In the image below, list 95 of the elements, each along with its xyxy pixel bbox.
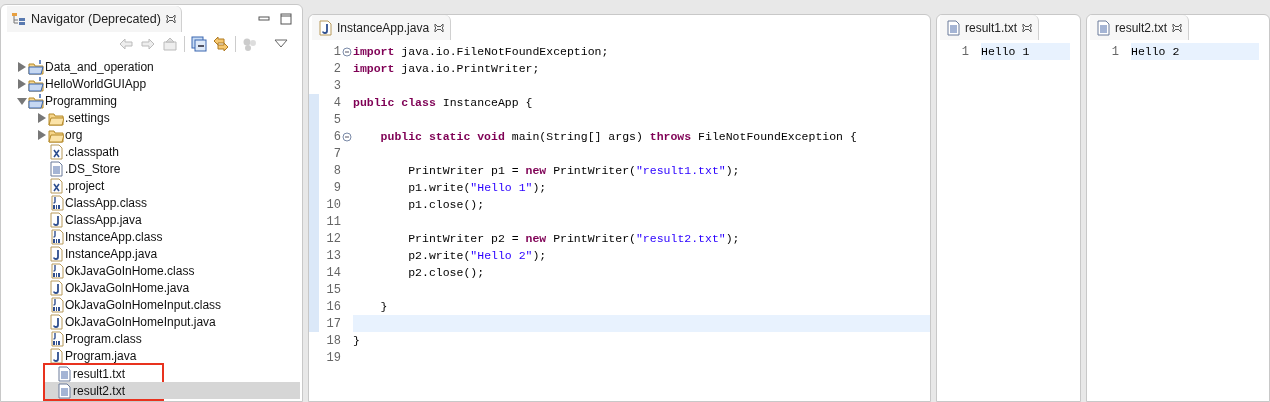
collapsed-triangle-icon[interactable] <box>17 78 27 89</box>
tree-item[interactable]: Programming <box>1 92 302 109</box>
code-line: public class InstanceApp { <box>353 94 534 111</box>
editor-tab[interactable]: InstanceApp.java <box>312 15 452 40</box>
tree-item[interactable]: Program.java <box>1 347 302 364</box>
line-number: 5 <box>332 111 341 129</box>
line-number: 4 <box>332 94 341 112</box>
line-number: 7 <box>332 145 341 163</box>
maximize-icon[interactable] <box>280 13 292 25</box>
code-line: import java.io.FileNotFoundException; <box>353 43 610 60</box>
code-line: } <box>353 332 361 349</box>
project-folder-icon <box>28 92 44 109</box>
code-line: p1.write("Hello 1"); <box>407 179 548 196</box>
expanded-triangle-icon[interactable] <box>17 95 27 106</box>
tree-item[interactable]: .project <box>1 177 302 194</box>
tree-item[interactable]: result2.txt <box>45 382 300 399</box>
java-file-icon <box>48 245 64 262</box>
collapsed-triangle-icon[interactable] <box>37 112 47 123</box>
xml-file-icon <box>48 143 64 160</box>
tree-item[interactable]: Data_and_operation <box>1 58 302 75</box>
line-number: 15 <box>325 281 341 299</box>
tree-item[interactable]: .classpath <box>1 143 302 160</box>
tree-item[interactable]: Program.class <box>1 330 302 347</box>
java-file-icon <box>317 19 333 36</box>
code-line: import java.io.PrintWriter; <box>353 60 541 77</box>
xml-file-icon <box>48 177 64 194</box>
code-line: PrintWriter p2 = new PrintWriter("result2.txt"); <box>407 230 741 247</box>
class-file-icon <box>48 296 64 313</box>
close-icon[interactable] <box>164 13 177 25</box>
fold-minus-icon[interactable] <box>342 46 352 57</box>
line-number: 12 <box>325 230 341 248</box>
close-icon[interactable] <box>1021 21 1034 34</box>
dots-icon[interactable] <box>242 36 258 52</box>
java-file-icon <box>48 347 64 364</box>
tree-item[interactable]: HelloWorldGUIApp <box>1 75 302 92</box>
line-number: 1 <box>1110 43 1119 61</box>
navigator-icon <box>11 11 27 27</box>
line-number: 8 <box>332 162 341 180</box>
view-menu-icon[interactable] <box>274 39 288 49</box>
class-file-icon <box>48 228 64 245</box>
java-file-icon <box>48 279 64 296</box>
editor-tab[interactable]: result1.txt <box>940 15 1040 40</box>
code-line: p1.close(); <box>407 196 486 213</box>
class-file-icon <box>48 194 64 211</box>
line-number: 14 <box>325 264 341 282</box>
close-icon[interactable] <box>433 21 446 34</box>
tree-item[interactable]: .settings <box>1 109 302 126</box>
line-number: 6 <box>332 128 341 146</box>
tree-item[interactable]: result1.txt <box>45 365 300 382</box>
tree-item[interactable]: InstanceApp.java <box>1 245 302 262</box>
class-file-icon <box>48 262 64 279</box>
line-number: 16 <box>325 298 341 316</box>
project-folder-icon <box>28 58 44 75</box>
link-arrows-icon[interactable] <box>213 36 229 52</box>
code-line: p2.close(); <box>407 264 486 281</box>
line-number: 9 <box>332 179 341 197</box>
project-folder-icon <box>28 75 44 92</box>
tree-item[interactable]: ClassApp.class <box>1 194 302 211</box>
text-file-icon <box>945 19 961 36</box>
class-file-icon <box>48 330 64 347</box>
code-line: } <box>379 298 389 315</box>
line-number: 1 <box>332 43 341 61</box>
line-number: 17 <box>325 315 341 333</box>
line-number: 11 <box>325 213 341 231</box>
tree-item[interactable]: ClassApp.java <box>1 211 302 228</box>
code-line: p2.write("Hello 2"); <box>407 247 548 264</box>
close-icon[interactable] <box>1171 21 1184 34</box>
java-file-icon <box>48 211 64 228</box>
tree-item[interactable]: OkJavaGoInHome.class <box>1 262 302 279</box>
line-number: 1 <box>960 43 969 61</box>
tree-item[interactable]: OkJavaGoInHomeInput.class <box>1 296 302 313</box>
tree-item[interactable]: .DS_Store <box>1 160 302 177</box>
line-number: 13 <box>325 247 341 265</box>
editor-tab[interactable]: result2.txt <box>1090 15 1190 40</box>
line-number: 18 <box>325 332 341 350</box>
text-file-icon <box>56 382 72 399</box>
line-number: 10 <box>325 196 341 214</box>
line-number: 2 <box>332 60 341 78</box>
java-file-icon <box>48 313 64 330</box>
code-line: PrintWriter p1 = new PrintWriter("result1.txt"); <box>407 162 741 179</box>
text-file-icon <box>48 160 64 177</box>
tree-item[interactable]: org <box>1 126 302 143</box>
tree-item[interactable]: OkJavaGoInHome.java <box>1 279 302 296</box>
fold-minus-icon[interactable] <box>342 131 352 142</box>
line-number: 19 <box>325 349 341 367</box>
collapsed-triangle-icon[interactable] <box>17 61 27 72</box>
collapse-all-icon[interactable] <box>191 36 207 52</box>
navigator-tab[interactable]: Navigator (Deprecated) <box>7 6 182 32</box>
line-number: 3 <box>332 77 341 95</box>
text-file-icon <box>56 365 72 382</box>
tree-item[interactable]: InstanceApp.class <box>1 228 302 245</box>
tree-item[interactable]: OkJavaGoInHomeInput.java <box>1 313 302 330</box>
text-file-icon <box>1095 19 1111 36</box>
code-line: public static void main(String[] args) throws FileNotFoundException { <box>379 128 858 145</box>
collapsed-triangle-icon[interactable] <box>37 129 47 140</box>
